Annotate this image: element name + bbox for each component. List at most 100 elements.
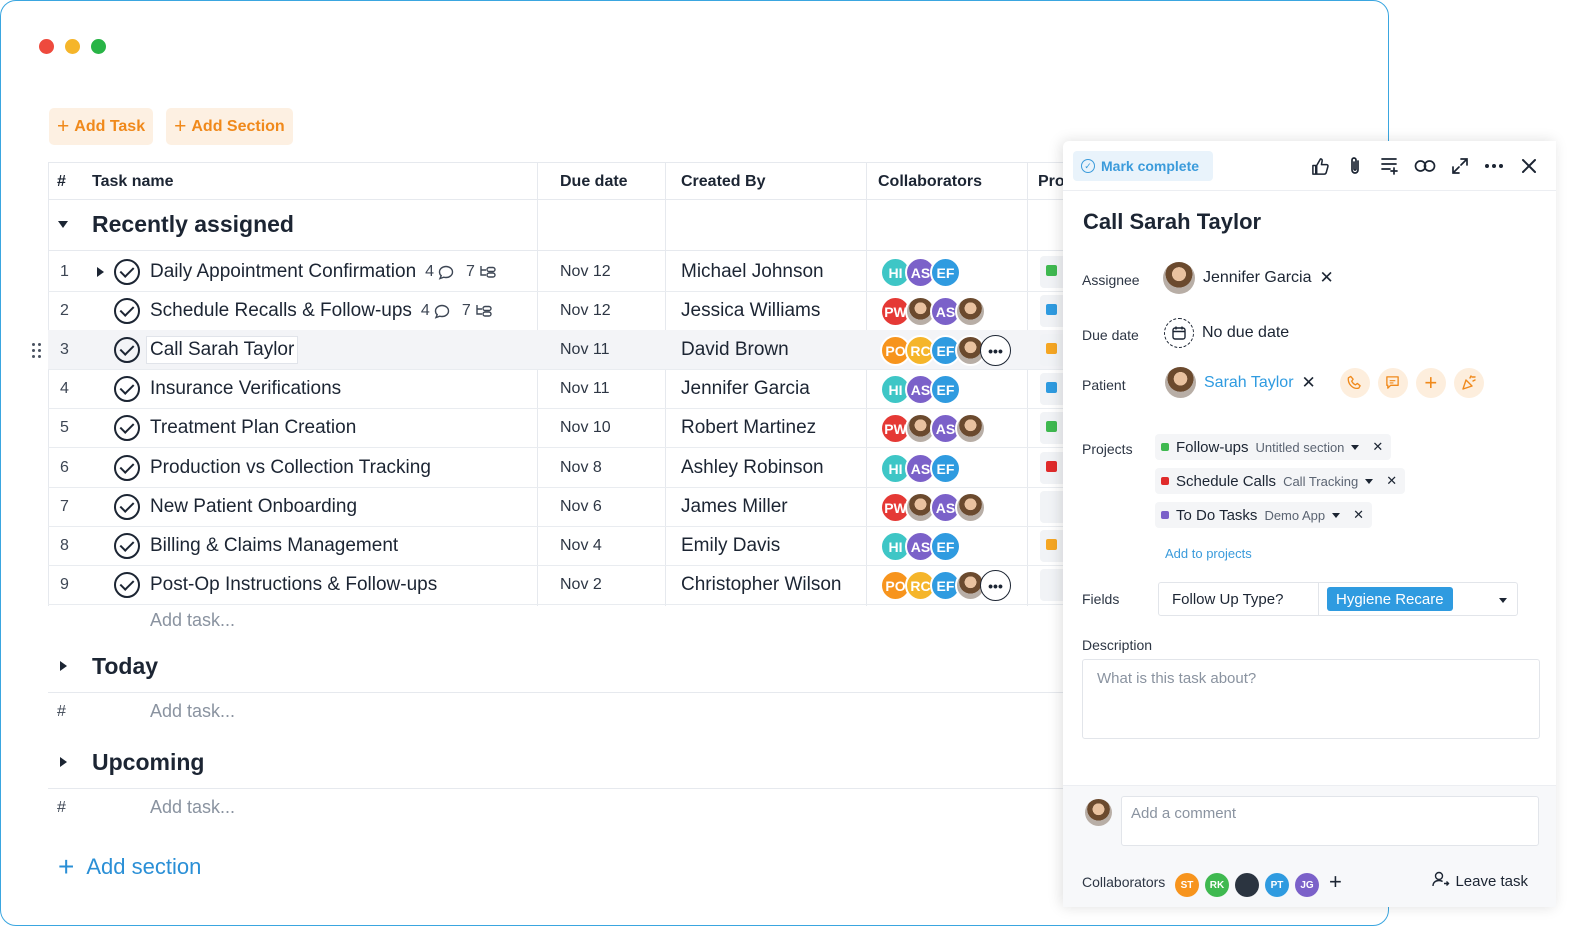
- due-date[interactable]: Nov 11: [560, 330, 610, 370]
- field-value-pill[interactable]: Hygiene Recare: [1327, 587, 1453, 611]
- column-header-created-by[interactable]: Created By: [681, 163, 765, 201]
- description-input[interactable]: What is this task about?: [1082, 659, 1540, 739]
- avatar: [955, 413, 986, 444]
- more-options-icon[interactable]: [1483, 155, 1505, 177]
- column-header-due-date[interactable]: Due date: [560, 163, 628, 201]
- subtask-icon[interactable]: [1379, 155, 1401, 177]
- add-collaborator-icon[interactable]: +: [1329, 869, 1342, 895]
- chevron-down-icon[interactable]: [1332, 512, 1341, 518]
- more-collaborators-icon[interactable]: •••: [980, 335, 1011, 366]
- chevron-down-icon[interactable]: [1499, 598, 1507, 603]
- due-date-label: Due date: [1082, 327, 1139, 343]
- table-row[interactable]: 8 Billing & Claims Management Nov 4 Emily D…: [48, 526, 1148, 566]
- due-date[interactable]: Nov 10: [560, 408, 611, 448]
- table-row[interactable]: 2 Schedule Recalls & Follow-ups 4 7 Nov 12 Je…: [48, 291, 1148, 331]
- task-name[interactable]: Daily Appointment Confirmation 4 7: [150, 252, 497, 292]
- task-title[interactable]: Call Sarah Taylor: [1083, 209, 1261, 235]
- patient-label: Patient: [1082, 377, 1126, 393]
- table-row[interactable]: 6 Production vs Collection Tracking Nov 8 A…: [48, 448, 1148, 488]
- phone-icon[interactable]: [1339, 367, 1370, 398]
- complete-checkbox-icon[interactable]: [114, 415, 140, 441]
- table-header: # Task name Due date Created By Collabor…: [48, 162, 1148, 200]
- expand-section-icon[interactable]: [60, 757, 67, 767]
- task-name[interactable]: Schedule Recalls & Follow-ups 4 7: [150, 291, 493, 331]
- maximize-window-button[interactable]: [91, 39, 106, 54]
- expand-subtasks-icon[interactable]: [97, 267, 104, 277]
- celebrate-icon[interactable]: [1453, 367, 1484, 398]
- comment-input[interactable]: Add a comment: [1121, 796, 1539, 846]
- chevron-down-icon[interactable]: [1365, 478, 1374, 484]
- due-date[interactable]: Nov 6: [560, 487, 602, 527]
- avatar: EF: [930, 453, 961, 484]
- task-name[interactable]: Treatment Plan Creation: [150, 408, 356, 448]
- column-header-projects[interactable]: Pro: [1038, 163, 1065, 201]
- due-date[interactable]: Nov 2: [560, 565, 602, 605]
- complete-checkbox-icon[interactable]: [114, 494, 140, 520]
- due-date-field[interactable]: No due date: [1164, 318, 1289, 348]
- remove-patient-icon[interactable]: ✕: [1302, 373, 1316, 393]
- remove-project-icon[interactable]: ✕: [1386, 473, 1397, 489]
- complete-checkbox-icon[interactable]: [114, 376, 140, 402]
- project-tag[interactable]: To Do Tasks Demo App ✕: [1155, 502, 1373, 528]
- complete-checkbox-icon[interactable]: [114, 259, 140, 285]
- collapse-section-icon[interactable]: [58, 221, 68, 228]
- due-date[interactable]: Nov 4: [560, 526, 602, 566]
- drag-handle-icon[interactable]: [32, 343, 42, 359]
- table-row[interactable]: 4 Insurance Verifications Nov 11 Jennifer G…: [48, 369, 1148, 409]
- remove-project-icon[interactable]: ✕: [1353, 507, 1364, 523]
- like-icon[interactable]: [1309, 155, 1331, 177]
- add-section-button[interactable]: + Add Section: [166, 108, 293, 145]
- due-date[interactable]: Nov 8: [560, 448, 602, 488]
- task-name[interactable]: New Patient Onboarding: [150, 487, 357, 527]
- message-icon[interactable]: [1377, 367, 1408, 398]
- task-name[interactable]: Call Sarah Taylor: [146, 330, 299, 370]
- due-date[interactable]: Nov 12: [560, 291, 611, 331]
- expand-icon[interactable]: [1449, 155, 1471, 177]
- table-row[interactable]: 5 Treatment Plan Creation Nov 10 Robert Mar…: [48, 408, 1148, 448]
- minimize-window-button[interactable]: [65, 39, 80, 54]
- complete-checkbox-icon[interactable]: [114, 572, 140, 598]
- more-collaborators-icon[interactable]: •••: [980, 570, 1011, 601]
- assignee-field[interactable]: Jennifer Garcia ✕: [1163, 262, 1334, 294]
- add-to-projects-link[interactable]: Add to projects: [1165, 546, 1252, 561]
- row-number: 6: [60, 459, 69, 476]
- column-header-task-name[interactable]: Task name: [92, 163, 174, 201]
- table-row[interactable]: 3 Call Sarah Taylor Nov 11 David Brown PO RC E…: [48, 330, 1148, 370]
- project-tag[interactable]: Follow-ups Untitled section ✕: [1155, 434, 1392, 460]
- remove-assignee-icon[interactable]: ✕: [1320, 268, 1334, 288]
- task-name[interactable]: Production vs Collection Tracking: [150, 448, 431, 488]
- complete-checkbox-icon[interactable]: [114, 455, 140, 481]
- link-icon[interactable]: [1414, 155, 1436, 177]
- column-header-collaborators[interactable]: Collaborators: [878, 163, 982, 201]
- table-row[interactable]: 7 New Patient Onboarding Nov 6 James Miller…: [48, 487, 1148, 527]
- mark-complete-button[interactable]: ✓ Mark complete: [1073, 151, 1214, 181]
- table-row[interactable]: 9 Post-Op Instructions & Follow-ups Nov 2 C…: [48, 565, 1148, 605]
- add-section-link[interactable]: + Add section: [58, 853, 201, 881]
- complete-checkbox-icon[interactable]: [114, 533, 140, 559]
- leave-task-button[interactable]: Leave task: [1432, 870, 1528, 892]
- add-task-input[interactable]: Add task...: [150, 701, 235, 722]
- close-window-button[interactable]: [39, 39, 54, 54]
- add-task-input[interactable]: Add task...: [150, 610, 235, 631]
- complete-checkbox-icon[interactable]: [114, 298, 140, 324]
- plus-icon[interactable]: +: [1415, 367, 1446, 398]
- task-name[interactable]: Billing & Claims Management: [150, 526, 398, 566]
- task-name[interactable]: Post-Op Instructions & Follow-ups: [150, 565, 437, 605]
- patient-link[interactable]: Sarah Taylor: [1204, 374, 1294, 392]
- plus-icon: +: [58, 851, 75, 882]
- expand-section-icon[interactable]: [60, 661, 67, 671]
- chevron-down-icon[interactable]: [1351, 444, 1360, 450]
- project-tag[interactable]: Schedule Calls Call Tracking ✕: [1155, 468, 1406, 494]
- close-panel-icon[interactable]: [1518, 155, 1540, 177]
- remove-project-icon[interactable]: ✕: [1372, 439, 1383, 455]
- avatar: JG: [1295, 873, 1319, 897]
- complete-checkbox-icon[interactable]: [114, 337, 140, 363]
- section-title-today: Today: [92, 653, 159, 679]
- due-date[interactable]: Nov 11: [560, 369, 610, 409]
- task-name[interactable]: Insurance Verifications: [150, 369, 341, 409]
- attachment-icon[interactable]: [1344, 155, 1366, 177]
- add-task-button[interactable]: + Add Task: [49, 108, 154, 145]
- add-task-input[interactable]: Add task...: [150, 797, 235, 818]
- table-row[interactable]: 1 Daily Appointment Confirmation 4 7 Nov 12 M…: [48, 252, 1148, 292]
- due-date[interactable]: Nov 12: [560, 252, 611, 292]
